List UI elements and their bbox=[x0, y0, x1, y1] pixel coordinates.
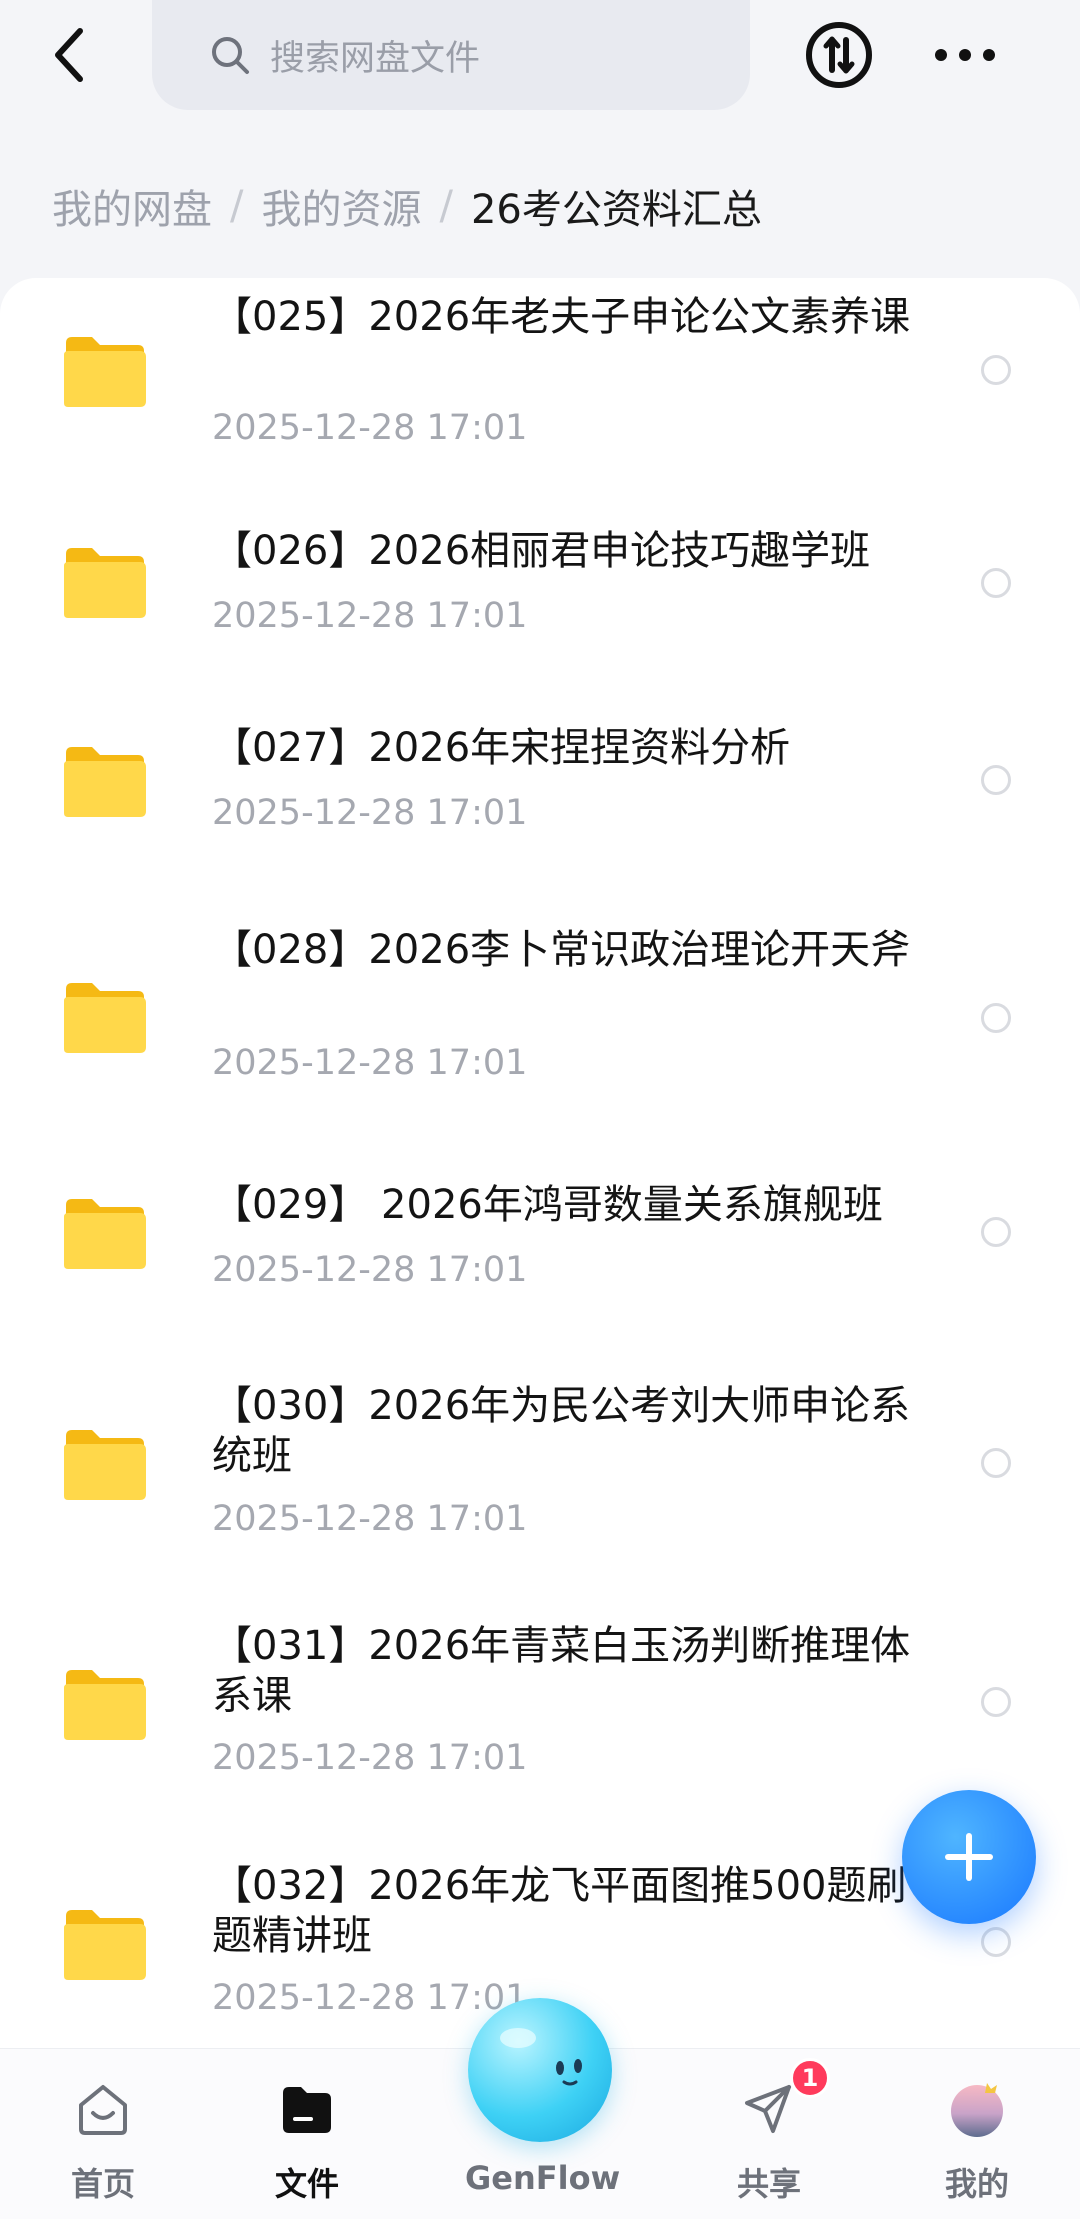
select-checkbox[interactable] bbox=[981, 765, 1011, 795]
file-name: 【032】2026年龙飞平面图推500题刷题精讲班 bbox=[212, 1863, 907, 1959]
select-checkbox[interactable] bbox=[981, 1448, 1011, 1478]
back-button[interactable] bbox=[42, 22, 98, 88]
folder-icon bbox=[64, 548, 146, 618]
file-name: 【031】2026年青菜白玉汤判断推理体系课 bbox=[212, 1623, 911, 1719]
file-row[interactable]: 【029】 2026年鸿哥数量关系旗舰班 2025-12-28 17:01 bbox=[0, 1148, 1080, 1353]
nav-share-label: 共享 bbox=[736, 2165, 801, 2203]
folder-icon bbox=[64, 337, 146, 407]
search-placeholder: 搜索网盘文件 bbox=[270, 38, 481, 79]
folder-icon bbox=[64, 1199, 146, 1269]
file-row[interactable]: 【030】2026年为民公考刘大师申论系统班 2025-12-28 17:01 bbox=[0, 1353, 1080, 1593]
avatar bbox=[951, 2083, 1003, 2137]
breadcrumb-root[interactable]: 我的网盘 bbox=[52, 177, 212, 235]
select-checkbox[interactable] bbox=[981, 355, 1011, 385]
folder-icon bbox=[64, 1910, 146, 1980]
file-date: 2025-12-28 17:01 bbox=[212, 793, 528, 833]
transfer-icon bbox=[806, 22, 872, 88]
file-date: 2025-12-28 17:01 bbox=[212, 596, 528, 636]
file-name: 【026】2026相丽君申论技巧趣学班 bbox=[212, 528, 871, 574]
breadcrumb-current: 26考公资料汇总 bbox=[470, 187, 762, 233]
genflow-mascot[interactable] bbox=[468, 1998, 612, 2142]
nav-mine[interactable]: 我的 bbox=[902, 2049, 1052, 2219]
folder-icon bbox=[64, 1430, 146, 1500]
folder-nav-icon bbox=[283, 2087, 331, 2133]
breadcrumb-separator: / bbox=[230, 183, 244, 229]
mascot-face-icon bbox=[500, 2028, 582, 2086]
send-icon bbox=[745, 2085, 791, 2133]
file-row[interactable]: 【031】2026年青菜白玉汤判断推理体系课 2025-12-28 17:01 bbox=[0, 1593, 1080, 1833]
top-bar: 搜索网盘文件 bbox=[0, 0, 1080, 130]
transfer-button[interactable] bbox=[804, 20, 874, 90]
nav-files-label: 文件 bbox=[274, 2165, 339, 2203]
nav-home[interactable]: 首页 bbox=[28, 2049, 178, 2219]
file-date: 2025-12-28 17:01 bbox=[212, 1738, 528, 1778]
nav-home-label: 首页 bbox=[70, 2165, 135, 2203]
file-name: 【027】2026年宋捏捏资料分析 bbox=[212, 725, 791, 771]
search-bar[interactable]: 搜索网盘文件 bbox=[152, 0, 750, 110]
select-checkbox[interactable] bbox=[981, 568, 1011, 598]
add-button[interactable] bbox=[902, 1790, 1036, 1924]
file-name: 【025】2026年老夫子申论公文素养课 bbox=[212, 294, 911, 340]
file-name: 【028】2026李卜常识政治理论开天斧 bbox=[212, 927, 911, 973]
file-date: 2025-12-28 17:01 bbox=[212, 1499, 528, 1539]
file-row[interactable]: 【026】2026相丽君申论技巧趣学班 2025-12-28 17:01 bbox=[0, 488, 1080, 693]
select-checkbox[interactable] bbox=[981, 1927, 1011, 1957]
nav-genflow-label: GenFlow bbox=[465, 2159, 621, 2197]
folder-icon bbox=[64, 1670, 146, 1740]
file-row[interactable]: 【027】2026年宋捏捏资料分析 2025-12-28 17:01 bbox=[0, 693, 1080, 903]
plus-icon bbox=[945, 1833, 993, 1881]
more-dots-icon bbox=[935, 49, 995, 61]
breadcrumb-separator: / bbox=[439, 183, 453, 229]
breadcrumb-resources[interactable]: 我的资源 bbox=[261, 177, 421, 235]
file-row[interactable]: 【025】2026年老夫子申论公文素养课 2025-12-28 17:01 bbox=[0, 278, 1080, 488]
file-name: 【030】2026年为民公考刘大师申论系统班 bbox=[212, 1383, 911, 1479]
file-row[interactable]: 【028】2026李卜常识政治理论开天斧 2025-12-28 17:01 bbox=[0, 903, 1080, 1148]
more-button[interactable] bbox=[930, 32, 1000, 78]
file-date: 2025-12-28 17:01 bbox=[212, 1043, 528, 1083]
share-badge: 1 bbox=[790, 2058, 830, 2098]
file-date: 2025-12-28 17:01 bbox=[212, 1250, 528, 1290]
folder-icon bbox=[64, 983, 146, 1053]
back-arrow-icon bbox=[55, 28, 83, 82]
file-date: 2025-12-28 17:01 bbox=[212, 408, 528, 448]
search-icon bbox=[212, 37, 249, 74]
nav-mine-label: 我的 bbox=[944, 2165, 1009, 2203]
folder-icon bbox=[64, 747, 146, 817]
nav-files[interactable]: 文件 bbox=[232, 2049, 382, 2219]
file-name: 【029】 2026年鸿哥数量关系旗舰班 bbox=[212, 1182, 883, 1228]
file-list: 【025】2026年老夫子申论公文素养课 2025-12-28 17:01 【0… bbox=[0, 278, 1080, 2048]
home-icon bbox=[79, 2085, 127, 2135]
breadcrumb: 我的网盘 / 我的资源 / 26考公资料汇总 bbox=[52, 178, 762, 234]
select-checkbox[interactable] bbox=[981, 1687, 1011, 1717]
select-checkbox[interactable] bbox=[981, 1217, 1011, 1247]
select-checkbox[interactable] bbox=[981, 1003, 1011, 1033]
